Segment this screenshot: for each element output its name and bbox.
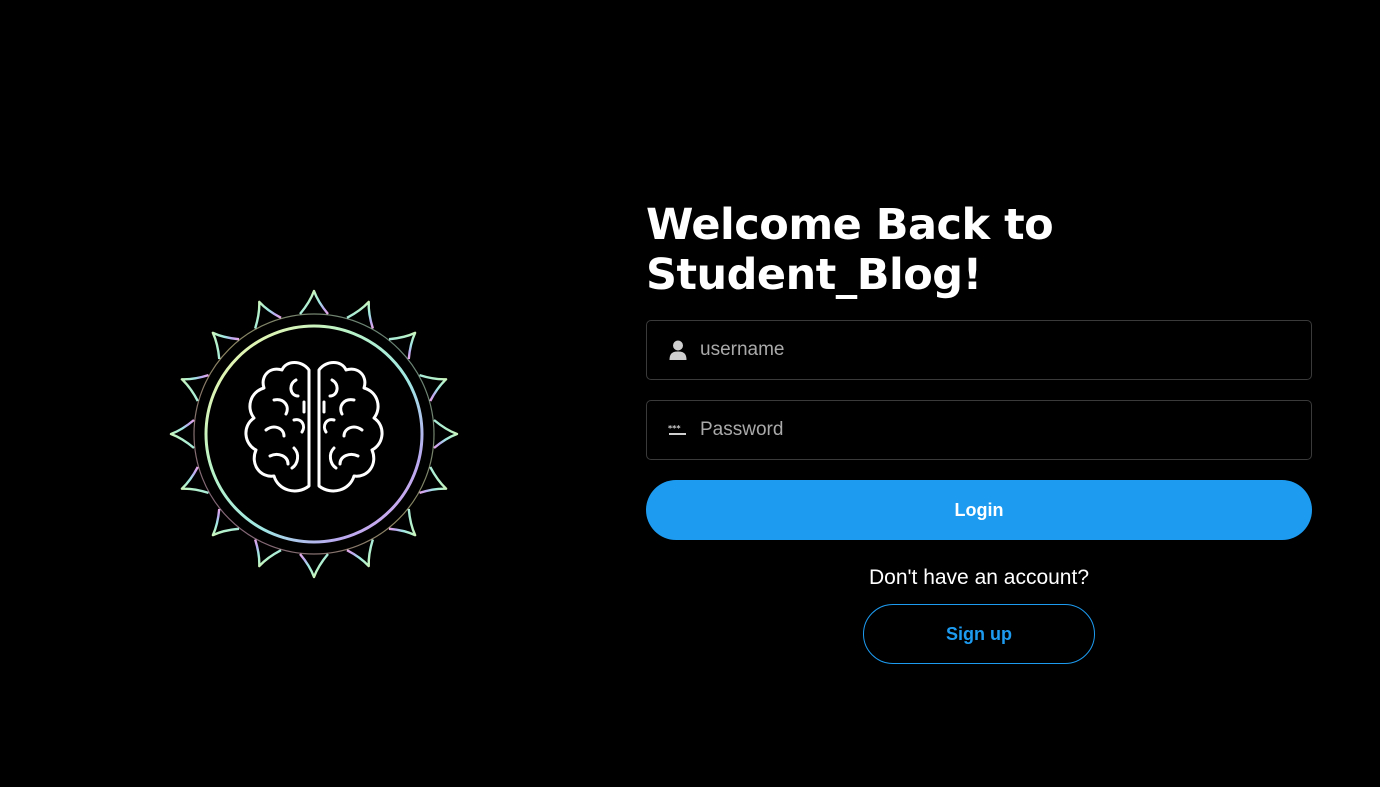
signup-prompt: Don't have an account? — [869, 566, 1089, 589]
logo-graphic — [169, 289, 459, 579]
password-input[interactable] — [698, 400, 1311, 460]
signup-section: Don't have an account? Sign up — [646, 565, 1312, 664]
username-input[interactable] — [698, 320, 1311, 380]
password-field[interactable]: *** — [646, 400, 1312, 460]
login-button[interactable]: Login — [646, 480, 1312, 540]
password-dots-icon: *** — [668, 420, 688, 440]
login-page: Welcome Back to Student_Blog! *** Login — [0, 0, 1380, 787]
user-icon — [668, 340, 688, 360]
brain-lotus-logo — [166, 284, 462, 584]
signup-button[interactable]: Sign up — [863, 604, 1095, 664]
username-field[interactable] — [646, 320, 1312, 380]
svg-text:***: *** — [668, 424, 681, 433]
page-title: Welcome Back to Student_Blog! — [646, 200, 1054, 300]
login-form: Welcome Back to Student_Blog! *** Login — [646, 200, 1312, 664]
